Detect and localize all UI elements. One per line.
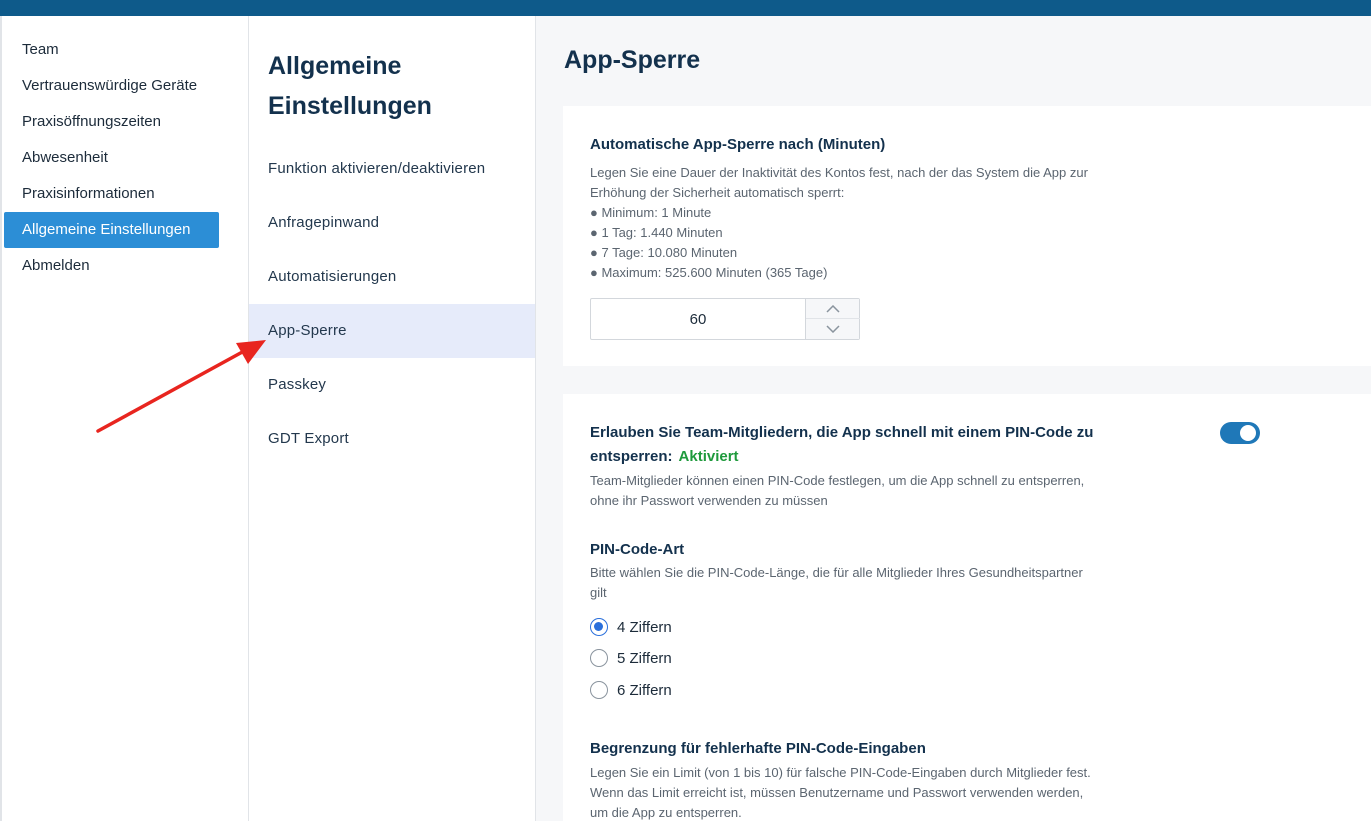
pin-option-5-digits[interactable]: 5 Ziffern <box>590 647 672 669</box>
radio-label: 4 Ziffern <box>617 618 672 636</box>
pin-heading-line1: Erlauben Sie Team-Mitgliedern, die App s… <box>590 424 1094 441</box>
radio-button[interactable] <box>590 681 608 699</box>
pin-limit-heading: Begrenzung für fehlerhafte PIN-Code-Eing… <box>590 740 926 757</box>
autolock-description-line1: Legen Sie eine Dauer der Inaktivität des… <box>590 165 1088 180</box>
pin-heading-line2: entsperren: Aktiviert <box>590 445 1190 469</box>
subnav-item-gdt-export[interactable]: GDT Export <box>249 412 535 466</box>
chevron-up-icon <box>826 304 840 313</box>
stepper-buttons <box>805 299 860 339</box>
autolock-bullet-7days: ● 7 Tage: 10.080 Minuten <box>590 245 738 260</box>
autolock-bullet-min: ● Minimum: 1 Minute <box>590 205 712 220</box>
pin-heading-line2-text: entsperren: <box>590 448 673 465</box>
pin-status-badge: Aktiviert <box>678 448 739 465</box>
autolock-bullet-max: ● Maximum: 525.600 Minuten (365 Tage) <box>590 265 828 280</box>
pin-card: Erlauben Sie Team-Mitgliedern, die App s… <box>563 394 1371 821</box>
pin-limit-description-line2: Wenn das Limit erreicht ist, müssen Benu… <box>590 785 1084 800</box>
subnav-title: Allgemeine Einstellungen <box>268 46 432 126</box>
autolock-minutes-stepper <box>590 298 860 340</box>
autolock-heading: Automatische App-Sperre nach (Minuten) <box>590 136 886 153</box>
radio-button[interactable] <box>590 649 608 667</box>
pin-option-4-digits[interactable]: 4 Ziffern <box>590 616 672 638</box>
sidebar-item-team[interactable]: Team <box>4 32 219 68</box>
general-settings-subnav: Allgemeine Einstellungen Funktion aktivi… <box>249 16 536 821</box>
page-title: App-Sperre <box>564 46 701 74</box>
pin-enable-toggle[interactable] <box>1220 422 1260 444</box>
sidebar-item-general-settings[interactable]: Allgemeine Einstellungen <box>4 212 219 248</box>
pin-option-6-digits[interactable]: 6 Ziffern <box>590 679 672 701</box>
radio-label: 6 Ziffern <box>617 681 672 699</box>
radio-button-checked[interactable] <box>590 618 608 636</box>
chevron-down-icon <box>826 325 840 333</box>
stepper-decrement-button[interactable] <box>806 319 860 339</box>
sidebar-item-trusted-devices[interactable]: Vertrauenswürdige Geräte <box>4 68 219 104</box>
subnav-item-automations[interactable]: Automatisierungen <box>249 250 535 304</box>
pin-description-line2: ohne ihr Passwort verwenden zu müssen <box>590 493 828 508</box>
autolock-bullet-1day: ● 1 Tag: 1.440 Minuten <box>590 225 723 240</box>
sidebar-item-logout[interactable]: Abmelden <box>4 248 219 284</box>
pin-type-description-line2: gilt <box>590 585 607 600</box>
top-bar <box>0 0 1371 16</box>
autolock-description: Legen Sie eine Dauer der Inaktivität des… <box>590 163 1088 283</box>
subnav-item-app-lock[interactable]: App-Sperre <box>249 304 535 358</box>
subnav-title-line2: Einstellungen <box>268 92 432 120</box>
autolock-description-line2: Erhöhung der Sicherheit automatisch sper… <box>590 185 845 200</box>
pin-heading: Erlauben Sie Team-Mitgliedern, die App s… <box>590 421 1190 469</box>
main-content: App-Sperre Automatische App-Sperre nach … <box>536 16 1371 821</box>
pin-type-description: Bitte wählen Sie die PIN-Code-Länge, die… <box>590 563 1083 603</box>
autolock-minutes-input[interactable] <box>591 299 805 339</box>
pin-limit-description-line1: Legen Sie ein Limit (von 1 bis 10) für f… <box>590 765 1091 780</box>
pin-description-line1: Team-Mitglieder können einen PIN-Code fe… <box>590 473 1085 488</box>
sidebar-item-opening-hours[interactable]: Praxisöffnungszeiten <box>4 104 219 140</box>
subnav-item-request-board[interactable]: Anfragepinwand <box>249 196 535 250</box>
pin-type-heading: PIN-Code-Art <box>590 541 685 558</box>
subnav-item-toggle-features[interactable]: Funktion aktivieren/deaktivieren <box>249 142 535 196</box>
radio-label: 5 Ziffern <box>617 649 672 667</box>
stepper-increment-button[interactable] <box>806 299 860 319</box>
sidebar-item-absence[interactable]: Abwesenheit <box>4 140 219 176</box>
sidebar-item-practice-info[interactable]: Praxisinformationen <box>4 176 219 212</box>
pin-description: Team-Mitglieder können einen PIN-Code fe… <box>590 471 1084 511</box>
toggle-knob <box>1240 425 1256 441</box>
pin-limit-description-line3: um die App zu entsperren. <box>590 805 742 820</box>
settings-sidebar: Team Vertrauenswürdige Geräte Praxisöffn… <box>0 16 249 821</box>
subnav-item-passkey[interactable]: Passkey <box>249 358 535 412</box>
subnav-title-line1: Allgemeine <box>268 52 402 80</box>
pin-type-description-line1: Bitte wählen Sie die PIN-Code-Länge, die… <box>590 565 1083 580</box>
pin-limit-description: Legen Sie ein Limit (von 1 bis 10) für f… <box>590 763 1091 821</box>
autolock-card: Automatische App-Sperre nach (Minuten) L… <box>563 106 1371 366</box>
